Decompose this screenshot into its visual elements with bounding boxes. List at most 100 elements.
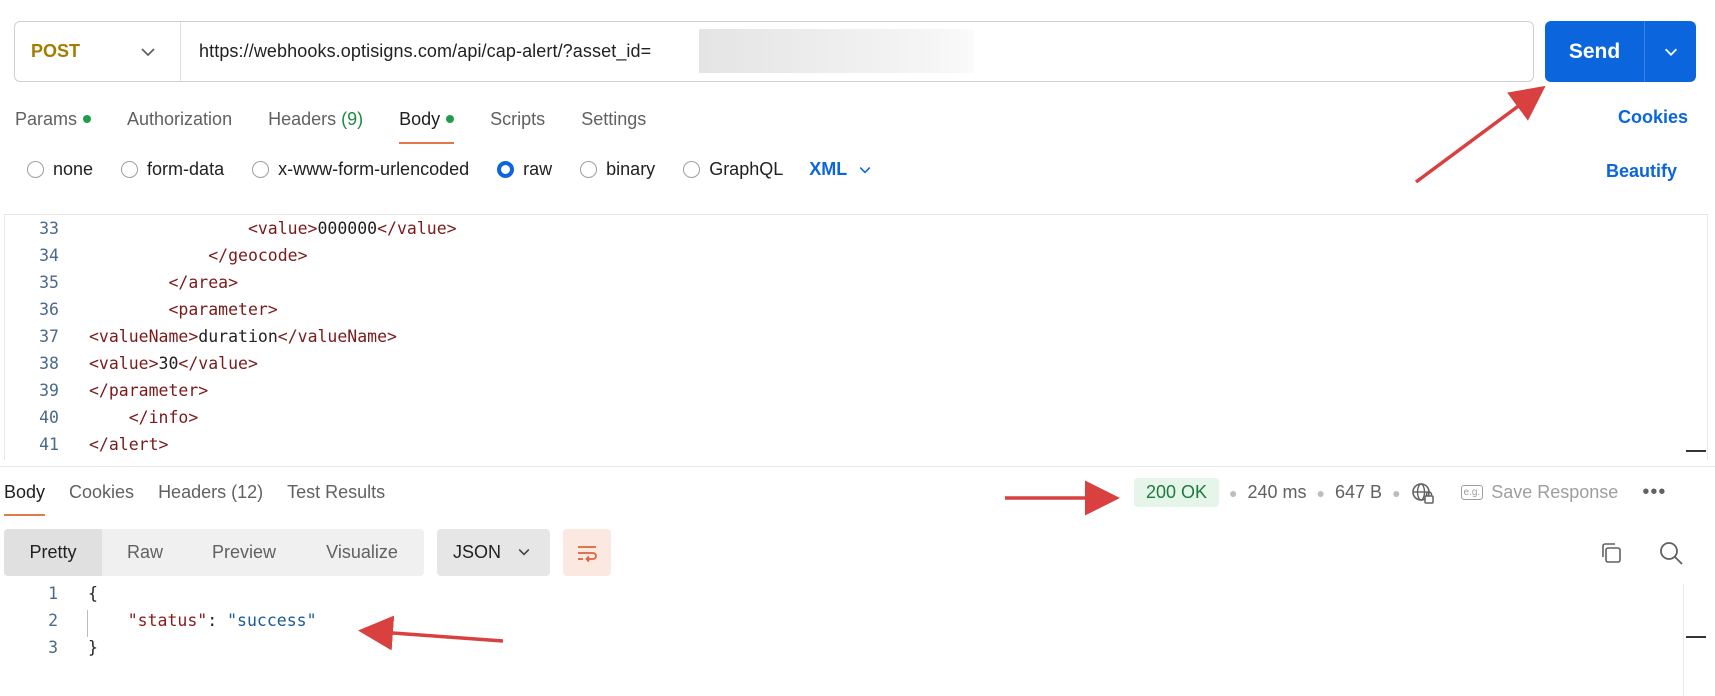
cookies-link[interactable]: Cookies — [1618, 107, 1688, 128]
tab-params[interactable]: Params — [15, 104, 92, 134]
active-dot — [83, 115, 92, 123]
radio-circle — [27, 161, 44, 178]
tab-params-label: Params — [15, 108, 78, 129]
line-number: 33 — [39, 219, 59, 238]
status-badge[interactable]: 200 OK — [1134, 478, 1220, 507]
code-text: </parameter> — [89, 381, 209, 400]
line-number: 41 — [39, 435, 59, 454]
code-text: </area> — [89, 273, 239, 292]
line-number: 1 — [48, 584, 58, 603]
separator-dot: ● — [1229, 484, 1238, 501]
method-select[interactable]: POST — [15, 22, 181, 81]
url-bar: POST https://webhooks.optisigns.com/api/… — [14, 21, 1534, 82]
response-tabs: Body Cookies Headers (12) Test Results — [4, 482, 409, 516]
line-number: 36 — [39, 300, 59, 319]
line-number: 40 — [39, 408, 59, 427]
radio-urlencoded[interactable]: x-www-form-urlencoded — [252, 159, 469, 180]
radio-graphql[interactable]: GraphQL — [683, 159, 783, 180]
view-raw[interactable]: Raw — [102, 529, 188, 576]
radio-circle — [683, 161, 701, 178]
response-size[interactable]: 647 B — [1335, 482, 1382, 503]
globe-lock-icon[interactable] — [1411, 481, 1435, 505]
url-input[interactable]: https://webhooks.optisigns.com/api/cap-a… — [181, 41, 651, 62]
annotation-arrow-send — [1414, 85, 1546, 184]
radio-circle — [252, 161, 270, 178]
separator-dot: ● — [1392, 484, 1401, 501]
line-number: 2 — [48, 611, 58, 630]
radio-form-data-label: form-data — [147, 159, 225, 179]
code-text: <value>30</value> — [89, 354, 258, 373]
view-raw-label: Raw — [126, 542, 163, 562]
search-icon[interactable] — [1657, 539, 1685, 567]
response-tab-test-results[interactable]: Test Results — [287, 482, 385, 503]
response-status-row: 200 OK ● 240 ms ● 647 B ● e.g. Save Resp… — [1134, 478, 1666, 507]
radio-urlencoded-label: x-www-form-urlencoded — [278, 159, 470, 179]
view-preview[interactable]: Preview — [188, 529, 300, 576]
language-select[interactable]: XML — [809, 159, 873, 180]
response-tab-body-label: Body — [4, 482, 46, 502]
view-visualize[interactable]: Visualize — [300, 529, 424, 576]
send-options-button[interactable] — [1645, 43, 1696, 61]
line-number: 38 — [39, 354, 59, 373]
response-tab-cookies[interactable]: Cookies — [69, 482, 134, 503]
response-time[interactable]: 240 ms — [1248, 482, 1307, 503]
response-tab-test-results-label: Test Results — [287, 482, 386, 502]
request-body-editor[interactable]: 33 <value>000000</value> 34 </geocode> 3… — [4, 214, 1708, 460]
annotation-arrow-success — [358, 615, 504, 651]
response-tab-cookies-label: Cookies — [69, 482, 135, 502]
response-line: 1{ — [0, 584, 98, 611]
tab-body-label: Body — [399, 108, 441, 129]
radio-circle — [121, 161, 139, 178]
chevron-down-icon — [141, 48, 155, 57]
response-tab-headers[interactable]: Headers (12) — [158, 482, 263, 503]
view-pretty[interactable]: Pretty — [4, 529, 102, 576]
radio-circle-selected — [497, 161, 515, 178]
radio-graphql-label: GraphQL — [709, 159, 784, 179]
response-view-selector: Pretty Raw Preview Visualize — [4, 529, 424, 576]
json-value: "success" — [227, 611, 317, 630]
wrap-lines-button[interactable] — [563, 529, 611, 576]
indent-guide — [87, 610, 88, 637]
beautify-button[interactable]: Beautify — [1606, 161, 1677, 182]
chevron-down-icon — [518, 549, 530, 556]
response-tab-body[interactable]: Body — [4, 482, 46, 516]
line-number: 37 — [39, 327, 59, 346]
response-format-select[interactable]: JSON — [437, 529, 550, 576]
code-text: <valueName>duration</valueName> — [89, 327, 397, 346]
radio-form-data[interactable]: form-data — [121, 159, 224, 180]
response-scrollbar-thumb[interactable] — [1686, 636, 1706, 638]
tab-settings-label: Settings — [581, 108, 647, 129]
response-line: 3} — [0, 638, 98, 665]
code-text: </alert> — [89, 435, 169, 454]
tab-body[interactable]: Body — [399, 104, 455, 144]
more-icon[interactable]: ••• — [1642, 481, 1666, 504]
code-text: </info> — [89, 408, 199, 427]
send-button[interactable]: Send — [1545, 21, 1696, 82]
radio-binary-label: binary — [606, 159, 656, 179]
editor-scrollbar-thumb[interactable] — [1686, 450, 1706, 452]
view-visualize-label: Visualize — [326, 542, 398, 562]
save-response-label: Save Response — [1491, 482, 1619, 502]
tab-settings[interactable]: Settings — [581, 104, 646, 134]
code-line: 34 </geocode> — [5, 246, 307, 273]
pane-divider[interactable] — [0, 466, 1715, 467]
response-headers-count: (12) — [231, 482, 264, 502]
radio-none[interactable]: none — [27, 159, 93, 180]
tab-headers[interactable]: Headers (9) — [268, 104, 363, 134]
code-text: <parameter> — [89, 300, 278, 319]
response-line: 2 "status": "success" — [0, 611, 317, 638]
radio-binary[interactable]: binary — [580, 159, 655, 180]
body-type-selector: none form-data x-www-form-urlencoded raw… — [27, 159, 873, 180]
radio-raw[interactable]: raw — [497, 159, 552, 180]
tab-authorization-label: Authorization — [127, 108, 233, 129]
response-scrollbar-track[interactable] — [1683, 584, 1684, 696]
copy-icon[interactable] — [1597, 539, 1625, 567]
tab-scripts[interactable]: Scripts — [490, 104, 545, 134]
view-pretty-label: Pretty — [29, 542, 77, 562]
tab-authorization[interactable]: Authorization — [127, 104, 232, 134]
code-line: 37 <valueName>duration</valueName> — [5, 327, 397, 354]
line-number: 3 — [48, 638, 58, 657]
save-response-button[interactable]: e.g. Save Response — [1460, 482, 1619, 503]
line-number: 39 — [39, 381, 59, 400]
redacted-asset-id — [699, 29, 973, 73]
